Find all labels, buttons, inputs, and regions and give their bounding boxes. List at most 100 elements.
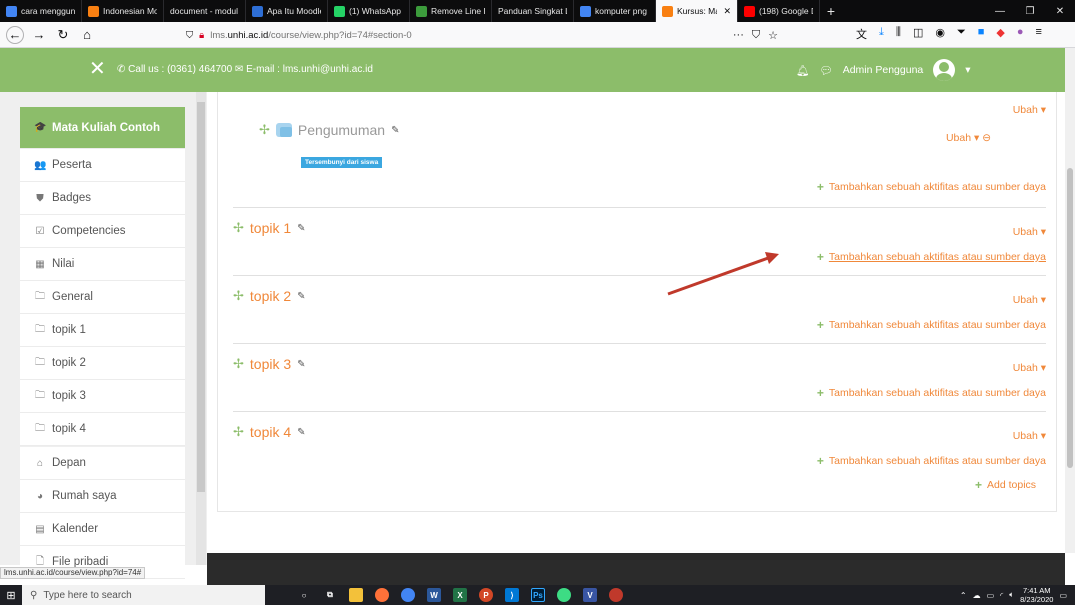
topic-title[interactable]: topik 4 — [250, 424, 291, 440]
windows-start-icon[interactable]: ⊞ — [0, 585, 22, 605]
activity-name[interactable]: Pengumuman — [298, 122, 385, 138]
add-activity-link[interactable]: + Tambahkan sebuah aktifitas atau sumber … — [817, 386, 1046, 400]
move-icon[interactable]: ✢ — [233, 424, 244, 440]
page-scrollbar[interactable] — [1065, 48, 1075, 553]
browser-tab[interactable]: document - modul e — [164, 0, 246, 22]
topic-edit-menu[interactable]: Ubah ▾ — [1013, 294, 1046, 306]
sidebar-item[interactable]: 👥 Peserta — [20, 149, 185, 182]
cortana-icon[interactable]: ○ — [297, 588, 311, 602]
browser-tab[interactable]: cara menggunak — [0, 0, 82, 22]
browser-tab[interactable]: (198) Google Dr — [738, 0, 820, 22]
move-icon[interactable]: ✢ — [259, 122, 270, 138]
app-red-icon[interactable] — [609, 588, 623, 602]
topic-edit-menu[interactable]: Ubah ▾ — [1013, 226, 1046, 238]
extension-multi-icon[interactable]: ◆ — [996, 26, 1004, 42]
new-tab-button[interactable]: + — [820, 0, 842, 22]
powerpoint-icon[interactable]: P — [479, 588, 493, 602]
vscode-icon[interactable]: ⟩ — [505, 588, 519, 602]
app-green-icon[interactable] — [557, 588, 571, 602]
browser-tab[interactable]: (1) WhatsApp — [328, 0, 410, 22]
close-drawer-icon[interactable]: ✕ — [89, 59, 106, 79]
pencil-icon[interactable]: ✎ — [297, 427, 305, 438]
volume-icon[interactable]: 🔈︎ — [1009, 590, 1014, 600]
task-view-icon[interactable]: ⧉ — [323, 588, 337, 602]
tray-cloud-icon[interactable]: ☁ — [973, 591, 981, 600]
browser-tab[interactable]: Apa Itu Moodle? — [246, 0, 328, 22]
library-icon[interactable]: ⫼ — [896, 26, 901, 42]
url-bar[interactable]: ⛉ 🔒︎ lms.unhi.ac.id/course/view.php?id=7… — [186, 25, 778, 45]
photoshop-icon[interactable]: Ps — [531, 588, 545, 602]
section-edit-menu[interactable]: Ubah ▾ — [1013, 104, 1046, 116]
sidebar-item[interactable]: ⌂ Depan — [20, 447, 185, 480]
topic-edit-menu[interactable]: Ubah ▾ — [1013, 362, 1046, 374]
pencil-icon[interactable]: ✎ — [297, 359, 305, 370]
topic-title[interactable]: topik 1 — [250, 220, 291, 236]
back-arrow-icon[interactable]: ← — [6, 25, 24, 44]
pencil-icon[interactable]: ✎ — [297, 223, 305, 234]
maximize-icon[interactable]: ❐ — [1015, 0, 1045, 22]
sidebar-item[interactable]: 🗀 topik 2 — [20, 347, 185, 380]
move-icon[interactable]: ✢ — [233, 288, 244, 304]
sidebar-item[interactable]: 🗀 topik 4 — [20, 413, 185, 446]
browser-tab[interactable]: Remove Line Bre — [410, 0, 492, 22]
add-activity-link[interactable]: + Tambahkan sebuah aktifitas atau sumber … — [817, 454, 1046, 468]
home-browser-icon[interactable]: ⌂ — [78, 26, 96, 44]
user-name[interactable]: Admin Pengguna — [843, 64, 924, 76]
add-activity-link[interactable]: + Tambahkan sebuah aktifitas atau sumber … — [817, 250, 1046, 264]
sidebar-item[interactable]: ▦ Nilai — [20, 248, 185, 281]
visio-icon[interactable]: V — [583, 588, 597, 602]
bookmark-star-icon[interactable]: ☆ — [768, 29, 778, 42]
wifi-icon[interactable]: ◜ — [1000, 591, 1003, 600]
add-topics-link[interactable]: + Add topics — [975, 478, 1036, 492]
clock[interactable]: 7:41 AM 8/23/2020 — [1020, 586, 1053, 604]
sidebar-item[interactable]: ▤ Kalender — [20, 513, 185, 546]
reload-icon[interactable]: ↻ — [54, 26, 72, 44]
page-actions-icon[interactable]: ··· — [733, 29, 744, 42]
sidebar-toggle-icon[interactable]: ◫ — [913, 26, 923, 42]
lock-icon[interactable]: 🔒︎ — [199, 30, 204, 41]
move-icon[interactable]: ✢ — [233, 356, 244, 372]
extension-blue-icon[interactable]: ■ — [978, 26, 985, 42]
move-icon[interactable]: ✢ — [233, 220, 244, 236]
avatar[interactable] — [933, 59, 956, 81]
sidebar-item[interactable]: 🗀 General — [20, 281, 185, 314]
firefox-icon[interactable] — [375, 588, 389, 602]
chrome-icon[interactable] — [401, 588, 415, 602]
topic-title[interactable]: topik 2 — [250, 288, 291, 304]
notification-center-icon[interactable]: ▭ — [1059, 591, 1067, 600]
word-icon[interactable]: W — [427, 588, 441, 602]
browser-tab[interactable]: Panduan Singkat LMS — [492, 0, 574, 22]
download-icon[interactable]: ⤓ — [879, 26, 884, 42]
battery-icon[interactable]: ▭ — [987, 591, 995, 600]
sidebar-item[interactable]: 🎓 Mata Kuliah Contoh — [20, 107, 185, 149]
notification-bell-icon[interactable]: 🔔︎ — [796, 64, 809, 77]
browser-tab[interactable]: komputer png - — [574, 0, 656, 22]
excel-icon[interactable]: X — [453, 588, 467, 602]
tracking-shield-icon[interactable]: ⛉ — [186, 30, 193, 41]
sidebar-scrollbar[interactable] — [196, 92, 206, 565]
topic-edit-menu[interactable]: Ubah ▾ — [1013, 430, 1046, 442]
close-window-icon[interactable]: ✕ — [1045, 0, 1075, 22]
file-explorer-icon[interactable] — [349, 588, 363, 602]
sidebar-item[interactable]: ⛊ Badges — [20, 182, 185, 215]
sidebar-item[interactable]: ◕ Rumah saya — [20, 480, 185, 513]
browser-tab[interactable]: Indonesian Moo — [82, 0, 164, 22]
activity-edit-menu[interactable]: Ubah ▾ ⊖ — [946, 132, 991, 144]
forward-arrow-icon[interactable]: → — [30, 26, 48, 44]
user-menu-caret-icon[interactable]: ▾ — [965, 64, 970, 76]
menu-icon[interactable]: ≡ — [1036, 26, 1042, 42]
role-icon[interactable]: ⊖ — [982, 132, 991, 144]
sidebar-item[interactable]: 🗀 topik 3 — [20, 380, 185, 413]
translate-icon[interactable]: 文 — [856, 26, 867, 42]
pencil-icon[interactable]: ✎ — [297, 291, 305, 302]
sidebar-item[interactable]: ☑ Competencies — [20, 215, 185, 248]
filter-icon[interactable]: ⏷ — [957, 26, 966, 42]
close-tab-icon[interactable]: ✕ — [723, 6, 731, 17]
pencil-icon[interactable]: ✎ — [391, 125, 399, 136]
message-icon[interactable]: 💬︎ — [819, 64, 832, 77]
taskbar-search[interactable]: ⚲ Type here to search — [22, 585, 265, 605]
browser-tab[interactable]: Kursus: Mata ✕ — [656, 0, 738, 22]
page-scroll-thumb[interactable] — [1067, 168, 1073, 468]
extension-circle-icon[interactable]: ● — [1017, 26, 1024, 42]
extension-icon[interactable]: ◉ — [935, 26, 945, 42]
